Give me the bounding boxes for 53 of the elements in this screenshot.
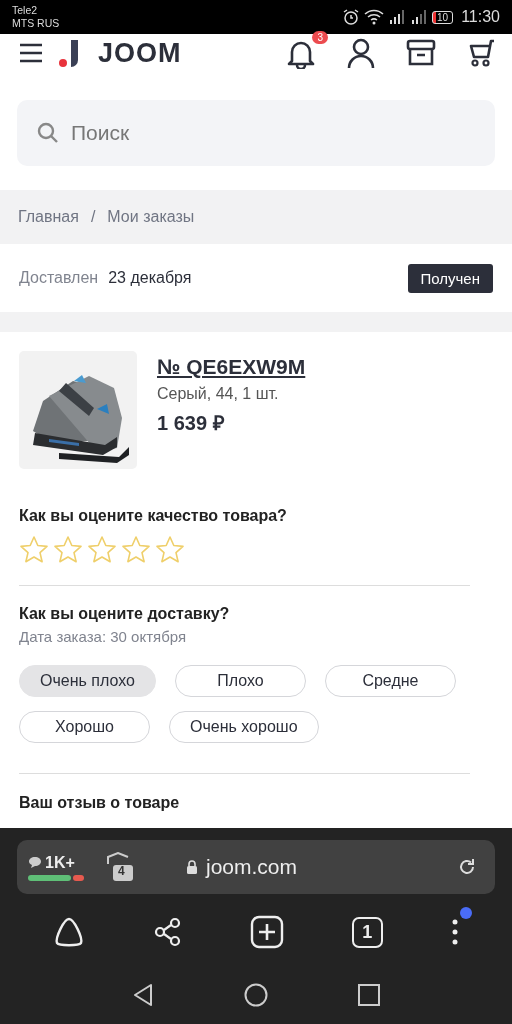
rating-option[interactable]: Плохо	[174, 665, 306, 697]
tabs-counter[interactable]: 1	[351, 916, 383, 948]
review-title: Ваш отзыв о товаре	[19, 794, 180, 811]
star-icon[interactable]	[155, 535, 185, 565]
order-date: Дата заказа: 30 октября	[19, 628, 187, 645]
address-bar[interactable]: 1K+ 4 joom.com	[17, 840, 495, 894]
breadcrumb-link[interactable]: Мои заказы	[107, 208, 195, 226]
carrier-name: Tele2	[12, 4, 39, 17]
back-icon[interactable]	[132, 983, 154, 1007]
rating-option[interactable]: Очень плохо	[19, 665, 156, 697]
shield-count: 4	[118, 864, 125, 878]
reload-icon[interactable]	[457, 857, 477, 877]
signal-icon	[388, 9, 406, 25]
notification-dot-icon	[460, 907, 473, 919]
quality-question: Как вы оцените качество товара?	[19, 507, 287, 525]
rating-option[interactable]: Очень хорошо	[169, 711, 319, 743]
alarm-icon	[342, 8, 360, 26]
status-badge: Получен	[407, 263, 493, 293]
home-icon[interactable]	[244, 983, 268, 1007]
recents-icon[interactable]	[358, 984, 380, 1006]
user-icon[interactable]	[346, 37, 376, 69]
menu-icon[interactable]	[18, 42, 44, 64]
star-icon[interactable]	[87, 535, 117, 565]
delivery-question: Как вы оцените доставку?	[19, 605, 230, 623]
star-icon[interactable]	[121, 535, 151, 565]
star-rating[interactable]	[19, 535, 185, 565]
wifi-icon	[364, 9, 384, 25]
delivery-date: 23 декабря	[108, 269, 192, 287]
star-icon[interactable]	[19, 535, 49, 565]
logo-icon	[58, 38, 80, 68]
rating-option[interactable]: Средне	[324, 665, 456, 697]
battery-indicator: 10	[432, 10, 454, 24]
lock-icon	[186, 860, 198, 874]
rating-option[interactable]: Хорошо	[19, 711, 150, 743]
star-icon[interactable]	[53, 535, 83, 565]
logo-text[interactable]: JOOM	[98, 37, 182, 69]
breadcrumb-separator: /	[90, 208, 96, 226]
product-details: Серый, 44, 1 шт.	[157, 385, 279, 403]
comments-count[interactable]: 1K+	[45, 853, 75, 872]
box-icon[interactable]	[406, 38, 436, 68]
comment-icon	[28, 856, 42, 869]
order-number-link[interactable]: № QE6EXW9M	[157, 355, 306, 379]
url-text[interactable]: joom.com	[206, 855, 298, 879]
search-field[interactable]: Поиск	[17, 100, 495, 166]
signal-icon	[410, 9, 428, 25]
delivery-label: Доставлен	[19, 269, 99, 287]
rating-bar-icon	[28, 874, 84, 881]
new-tab-icon[interactable]	[250, 915, 285, 949]
clock-time: 11:30	[461, 8, 500, 26]
notification-badge: 3	[312, 31, 328, 44]
product-price: 1 639 ₽	[157, 411, 225, 436]
carrier-name: MTS RUS	[12, 17, 60, 30]
breadcrumb-link[interactable]: Главная	[18, 208, 79, 226]
